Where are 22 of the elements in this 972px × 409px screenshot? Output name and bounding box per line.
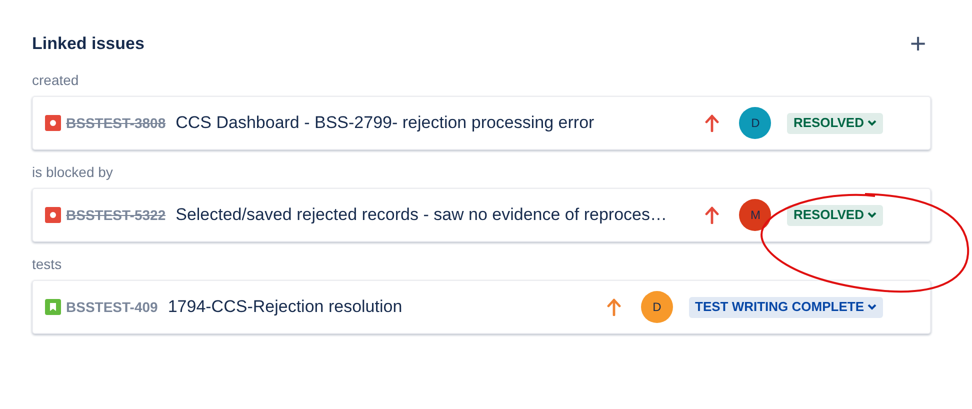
issue-key-link[interactable]: BSSTEST-5322 (66, 204, 166, 226)
status-dropdown[interactable]: RESOLVED (787, 112, 883, 134)
status-dropdown[interactable]: TEST WRITING COMPLETE (689, 296, 883, 318)
issue-summary[interactable]: 1794-CCS-Rejection resolution (168, 294, 599, 320)
assignee-avatar[interactable]: D (739, 107, 772, 139)
chevron-down-icon (867, 303, 877, 311)
linked-issue-card[interactable]: BSSTEST-409 1794-CCS-Rejection resolution D TEST WRITING COMPLETE (32, 280, 931, 334)
assignee-avatar[interactable]: D (641, 291, 673, 323)
linked-issue-card[interactable]: BSSTEST-3808 CCS Dashboard - BSS-2799- rejection processing error D RESOLVED (32, 96, 931, 150)
chevron-down-icon (867, 119, 877, 127)
issue-key-link[interactable]: BSSTEST-3808 (66, 112, 166, 134)
add-link-button[interactable]: + (905, 30, 931, 58)
status-dropdown[interactable]: RESOLVED (787, 204, 883, 226)
issue-summary[interactable]: Selected/saved rejected records - saw no evidence of reproces… (176, 202, 698, 228)
link-type-label: created (32, 70, 80, 90)
issue-summary[interactable]: CCS Dashboard - BSS-2799- rejection processing error (176, 110, 698, 136)
issue-key-link[interactable]: BSSTEST-409 (66, 296, 158, 318)
linked-issue-card[interactable]: BSSTEST-5322 Selected/saved rejected records - saw no evidence of reproces… M RESOLVED (32, 188, 931, 242)
section-title: Linked issues (32, 33, 144, 56)
link-type-label: is blocked by (32, 162, 114, 182)
chevron-down-icon (867, 211, 877, 219)
link-type-label: tests (32, 254, 63, 274)
